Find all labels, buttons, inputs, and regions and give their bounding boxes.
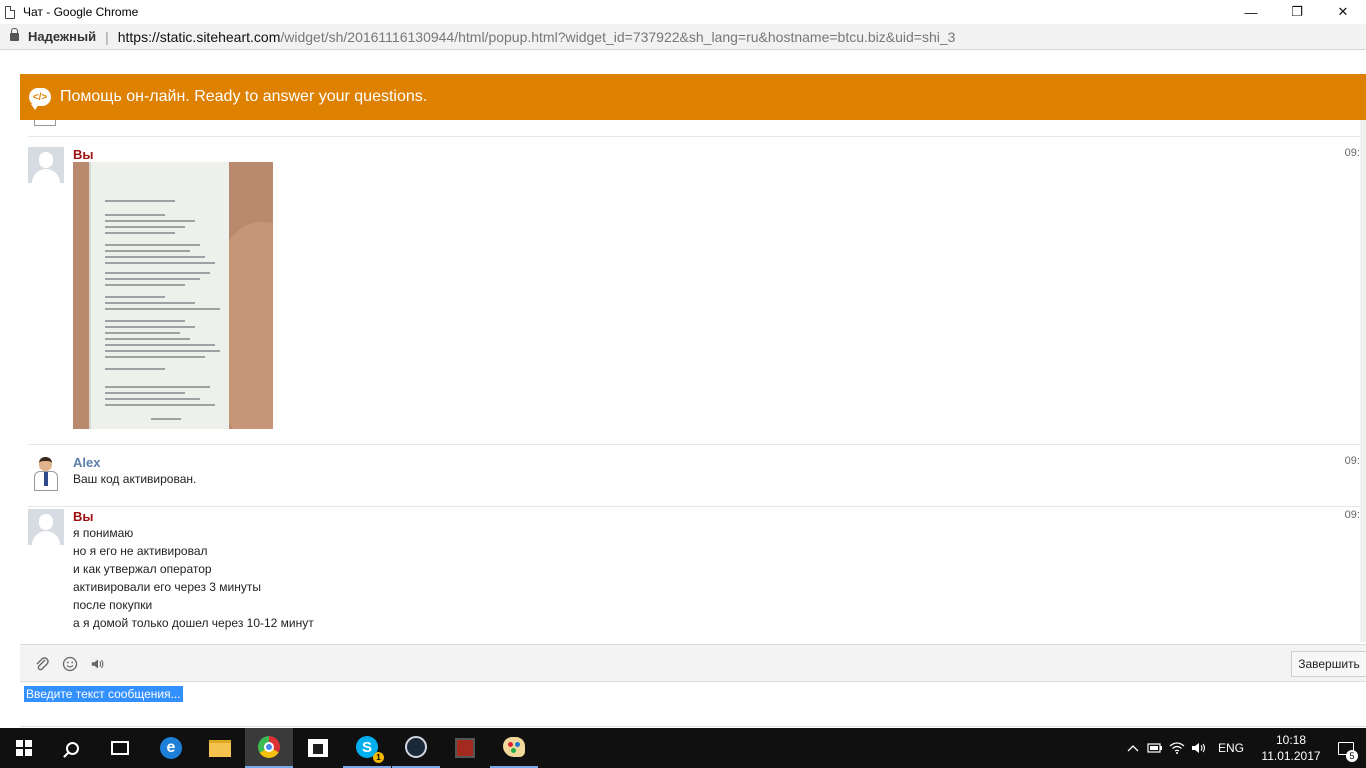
paperclip-icon[interactable] — [34, 656, 50, 672]
search-button[interactable] — [48, 728, 96, 768]
language-indicator[interactable]: ENG — [1218, 741, 1244, 755]
window-title: Чат - Google Chrome — [23, 5, 139, 19]
minimize-button[interactable]: — — [1228, 0, 1274, 24]
chevron-up-icon[interactable] — [1122, 728, 1144, 768]
url-path[interactable]: /widget/sh/20161116130944/html/popup.htm… — [280, 29, 955, 45]
edge-icon: e — [160, 737, 182, 759]
address-bar[interactable]: Надежный | https://static.siteheart.com … — [0, 24, 1366, 50]
speaker-icon[interactable] — [90, 656, 106, 672]
user-avatar — [28, 509, 64, 545]
operator-avatar — [28, 455, 64, 491]
clock[interactable]: 10:18 11.01.2017 — [1256, 732, 1326, 764]
battery-icon[interactable] — [1144, 728, 1166, 768]
taskbar-explorer[interactable] — [196, 728, 244, 768]
receipt-photo-hand — [223, 222, 273, 429]
message-author: Вы — [73, 509, 94, 524]
windows-icon — [16, 740, 32, 756]
message-line: и как утвержал оператор — [73, 562, 212, 576]
folder-icon — [209, 739, 231, 757]
clock-date: 11.01.2017 — [1261, 749, 1321, 763]
message-line: но я его не активировал — [73, 544, 208, 558]
chrome-icon — [258, 736, 280, 758]
taskbar-edge[interactable]: e — [147, 728, 195, 768]
window-controls: — ❐ ✕ — [1228, 0, 1366, 24]
taskbar-store[interactable] — [294, 728, 342, 768]
message-line: а я домой только дошел через 10-12 минут — [73, 616, 314, 630]
finish-chat-button[interactable]: Завершить — [1291, 651, 1366, 677]
message-text: Ваш код активирован. — [73, 470, 196, 488]
store-icon — [308, 739, 328, 757]
widget-header: </> Помощь он-лайн. Ready to answer your… — [20, 74, 1366, 120]
widget-header-title: Помощь он-лайн. Ready to answer your que… — [60, 88, 428, 105]
message-text: я понимаю но я его не активировал и как … — [73, 524, 314, 632]
skype-badge: 1 — [373, 752, 384, 763]
smile-icon[interactable] — [62, 656, 78, 672]
task-view-icon — [111, 741, 129, 755]
taskbar-dota[interactable] — [441, 728, 489, 768]
message-input-placeholder: Введите текст сообщения... — [24, 686, 183, 702]
secure-label[interactable]: Надежный — [28, 29, 96, 44]
taskbar-paint[interactable] — [490, 728, 538, 768]
taskbar-steam[interactable] — [392, 728, 440, 768]
skype-icon: S1 — [356, 736, 384, 763]
taskbar: e S1 ENG 10:18 11.01.2017 5 — [0, 728, 1366, 768]
message-item: Вы 09:4 — [28, 136, 1366, 444]
system-tray: ENG 10:18 11.01.2017 5 — [1122, 728, 1366, 768]
notification-count: 5 — [1346, 750, 1358, 762]
chat-logo-icon: </> — [29, 88, 51, 110]
url-host[interactable]: https://static.siteheart.com — [118, 29, 281, 45]
taskbar-skype[interactable]: S1 — [343, 728, 391, 768]
volume-icon[interactable] — [1188, 728, 1210, 768]
close-button[interactable]: ✕ — [1320, 0, 1366, 24]
lock-icon[interactable] — [10, 27, 19, 41]
message-line: после покупки — [73, 598, 153, 612]
receipt-photo-paper — [89, 162, 229, 429]
user-avatar — [28, 147, 64, 183]
message-list[interactable]: Вы 09:4 Alex 09:4 Ваш код активирован. В… — [20, 120, 1366, 642]
start-button[interactable] — [0, 728, 48, 768]
receipt-photo[interactable] — [73, 162, 273, 429]
message-line: я понимаю — [73, 526, 134, 540]
action-center-button[interactable]: 5 — [1326, 728, 1366, 768]
message-input[interactable]: Введите текст сообщения... — [20, 682, 1366, 727]
message-author: Вы — [73, 147, 94, 162]
message-item: Alex 09:4 Ваш код активирован. — [28, 444, 1366, 506]
steam-icon — [405, 736, 427, 758]
paint-icon — [503, 737, 525, 757]
message-author: Alex — [73, 455, 101, 470]
taskbar-chrome[interactable] — [245, 728, 293, 768]
restore-button[interactable]: ❐ — [1274, 0, 1320, 24]
message-line: активировали его через 3 минуты — [73, 580, 261, 594]
window-titlebar: Чат - Google Chrome — ❐ ✕ — [0, 0, 1366, 24]
message-scrollbar[interactable] — [1360, 120, 1366, 642]
wifi-icon[interactable] — [1166, 728, 1188, 768]
message-item: Вы 09:4 я понимаю но я его не активирова… — [28, 506, 1366, 642]
composer-toolbar: Завершить — [20, 644, 1366, 682]
task-view-button[interactable] — [96, 728, 144, 768]
address-separator: | — [105, 28, 109, 45]
clock-time: 10:18 — [1275, 733, 1307, 747]
message-line: Ваш код активирован. — [73, 472, 197, 486]
partial-avatar — [34, 120, 56, 126]
page-content: </> Помощь он-лайн. Ready to answer your… — [0, 51, 1366, 728]
dota-icon — [455, 738, 475, 758]
search-icon — [65, 741, 79, 755]
page-icon — [5, 5, 15, 19]
